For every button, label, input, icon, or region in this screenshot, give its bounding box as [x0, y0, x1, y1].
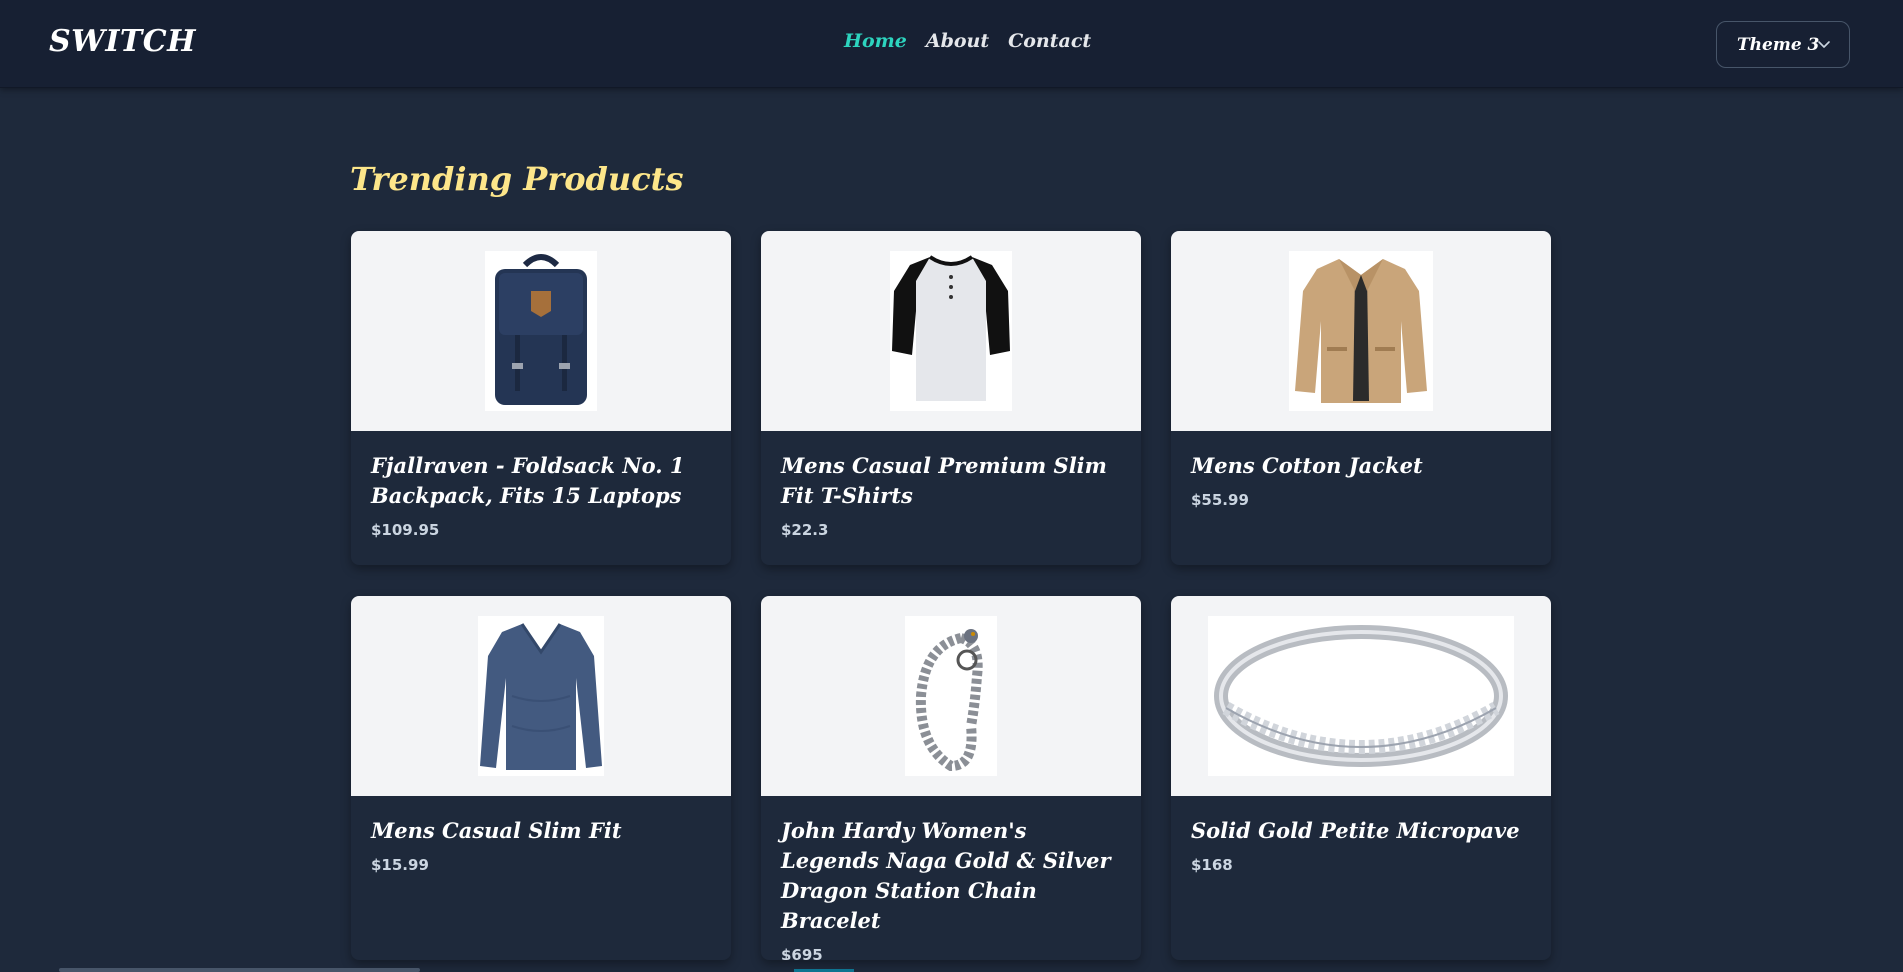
- product-title: Fjallraven - Foldsack No. 1 Backpack, Fi…: [371, 453, 685, 508]
- section-title: Trending Products: [350, 160, 684, 198]
- product-price: $22.3: [781, 521, 829, 539]
- ring-icon: [1208, 616, 1514, 776]
- long-sleeve-shirt-icon: [478, 616, 604, 776]
- product-card[interactable]: Mens Casual Premium Slim Fit T-Shirts $2…: [761, 231, 1141, 565]
- product-info: Mens Cotton Jacket $55.99: [1171, 431, 1551, 509]
- product-info: Mens Casual Premium Slim Fit T-Shirts $2…: [761, 431, 1141, 539]
- theme-select[interactable]: Theme 3: [1716, 21, 1850, 68]
- product-price: $55.99: [1191, 491, 1249, 509]
- product-image: [351, 231, 731, 431]
- product-image: [1171, 231, 1551, 431]
- product-info: Solid Gold Petite Micropave $168: [1171, 796, 1551, 874]
- chain-bracelet-icon: [905, 616, 997, 776]
- chevron-down-icon: [1818, 41, 1830, 48]
- product-title: Solid Gold Petite Micropave: [1191, 818, 1520, 843]
- product-card[interactable]: Mens Casual Slim Fit $15.99: [351, 596, 731, 960]
- product-card[interactable]: Fjallraven - Foldsack No. 1 Backpack, Fi…: [351, 231, 731, 565]
- brand-logo[interactable]: SWITCH: [49, 24, 196, 59]
- nav-links: Home About Contact: [844, 30, 1091, 52]
- product-price: $15.99: [371, 856, 429, 874]
- backpack-icon: [485, 251, 597, 411]
- product-card[interactable]: Mens Cotton Jacket $55.99: [1171, 231, 1551, 565]
- nav-link-home[interactable]: Home: [844, 30, 907, 52]
- horizontal-scrollbar[interactable]: [59, 968, 420, 972]
- product-price: $695: [781, 946, 823, 960]
- top-navbar: SWITCH Home About Contact Theme 3: [0, 0, 1903, 88]
- product-card[interactable]: John Hardy Women's Legends Naga Gold & S…: [761, 596, 1141, 960]
- product-image: [1171, 596, 1551, 796]
- nav-link-about[interactable]: About: [926, 30, 989, 52]
- nav-link-contact[interactable]: Contact: [1008, 30, 1091, 52]
- product-title: Mens Casual Premium Slim Fit T-Shirts: [781, 453, 1107, 508]
- product-title: Mens Casual Slim Fit: [371, 818, 622, 843]
- product-image: [761, 231, 1141, 431]
- theme-select-value: Theme 3: [1737, 34, 1820, 55]
- product-price: $109.95: [371, 521, 440, 539]
- product-title: Mens Cotton Jacket: [1191, 453, 1423, 478]
- product-info: Fjallraven - Foldsack No. 1 Backpack, Fi…: [351, 431, 731, 539]
- product-title: John Hardy Women's Legends Naga Gold & S…: [781, 818, 1111, 933]
- jacket-icon: [1289, 251, 1433, 411]
- product-grid: Fjallraven - Foldsack No. 1 Backpack, Fi…: [351, 231, 1551, 960]
- product-image: [351, 596, 731, 796]
- t-shirt-icon: [890, 251, 1012, 411]
- product-card[interactable]: Solid Gold Petite Micropave $168: [1171, 596, 1551, 960]
- product-info: John Hardy Women's Legends Naga Gold & S…: [761, 796, 1141, 960]
- product-image: [761, 596, 1141, 796]
- product-info: Mens Casual Slim Fit $15.99: [351, 796, 731, 874]
- product-price: $168: [1191, 856, 1233, 874]
